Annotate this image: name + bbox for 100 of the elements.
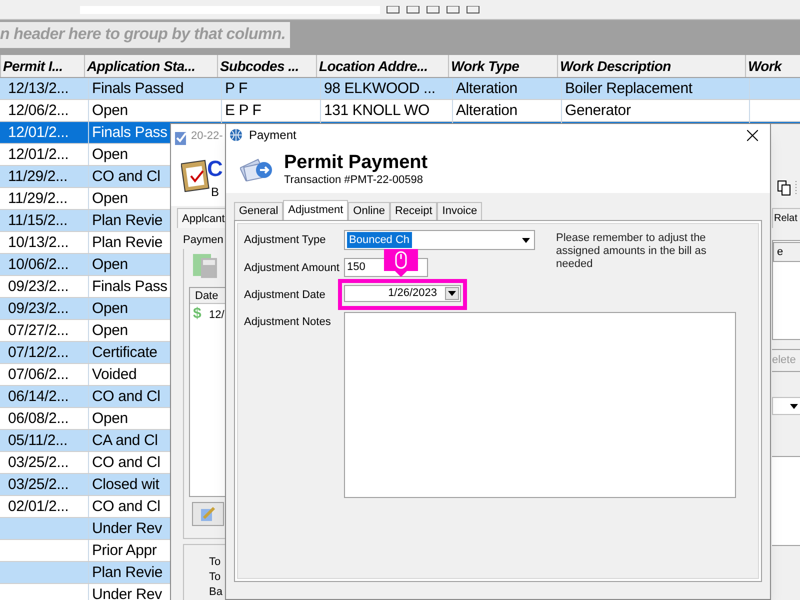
table-cell: 07/06/2... — [8, 366, 69, 383]
column-header[interactable]: Work Type — [449, 55, 558, 77]
tab[interactable]: Invoice — [437, 202, 482, 220]
table-cell: 11/29/2... — [8, 168, 68, 185]
table-cell: Under Rev — [92, 520, 162, 537]
record-heading: C — [207, 158, 223, 180]
table-cell: 09/23/2... — [8, 300, 69, 317]
table-cell-text: 12/ — [209, 308, 224, 323]
table-cell: Finals Pass — [92, 278, 168, 295]
record-subheading: B — [211, 184, 220, 201]
field-label: Adjustment Amount — [244, 261, 340, 276]
date-picker[interactable]: 1/26/2023 — [344, 285, 461, 302]
table-cell: 10/06/2... — [8, 256, 69, 273]
field-label: Adjustment Date — [244, 288, 326, 303]
table-cell: Plan Revie — [92, 234, 163, 251]
dropdown-arrow-icon — [448, 291, 456, 296]
table-cell: 131 KNOLL WO — [324, 102, 430, 119]
tab[interactable]: Online — [348, 202, 390, 220]
table-cell: 98 ELKWOOD ... — [324, 80, 436, 97]
grid-row[interactable]: 12/13/2... Finals Passed P F 98 ELKWOOD ... Alteration Boiler Replacement — [0, 78, 800, 100]
table-cell: 06/14/2... — [8, 388, 69, 405]
grid-row[interactable]: 12/06/2... Open E P F 131 KNOLL WO Alteration Generator — [0, 100, 800, 122]
field-label: Adjustment Type — [244, 233, 327, 248]
column-header[interactable]: Work Description — [558, 55, 746, 77]
column-header[interactable]: Date — [190, 288, 228, 304]
field-label: Adjustment Notes — [244, 314, 332, 330]
column-header[interactable]: Subcodes ... — [218, 55, 317, 77]
table-cell: Finals Pass — [92, 124, 168, 141]
toolbar-icon[interactable] — [446, 6, 460, 14]
column-header[interactable]: Work — [746, 55, 800, 77]
window-title: Payment — [249, 127, 296, 144]
table-cell: Plan Revie — [92, 212, 163, 229]
dropdown[interactable] — [772, 397, 800, 415]
column-header[interactable]: e — [773, 242, 800, 262]
adjustment-note: Please remember to adjust the assigned amounts in the bill as needed — [556, 232, 708, 272]
table-cell: 03/25/2... — [8, 476, 69, 493]
table-cell: Finals Passed — [92, 80, 184, 97]
column-header[interactable]: Location Addre... — [317, 55, 449, 77]
table-cell: 12/13/2... — [8, 80, 69, 97]
table-cell: 05/11/2... — [8, 432, 68, 449]
totals-label: Ba — [209, 585, 222, 600]
table-cell: 07/12/2... — [8, 344, 69, 361]
table-cell: Open — [92, 410, 128, 427]
dollar-icon: $ — [193, 303, 202, 326]
table-cell: 12/06/2... — [8, 102, 69, 119]
table-cell: CO and Cl — [92, 168, 160, 185]
table-cell: Plan Revie — [92, 564, 163, 581]
tab[interactable]: General — [234, 202, 284, 220]
table-cell: Open — [92, 190, 128, 207]
table-cell: CA and Cl — [92, 432, 158, 449]
table-cell: 12/01/2... — [8, 146, 69, 163]
table-cell: Open — [92, 256, 128, 273]
table-cell: Open — [92, 300, 128, 317]
table-cell: Alteration — [456, 80, 518, 97]
table-cell: 11/29/2... — [8, 190, 68, 207]
column-header[interactable]: Application Sta... — [85, 55, 218, 77]
table-cell: E P F — [225, 102, 262, 119]
table-cell: CO and Cl — [92, 454, 160, 471]
column-header[interactable]: Permit I... — [1, 55, 85, 77]
table-cell: Open — [92, 102, 128, 119]
clipboard-icon — [174, 130, 188, 146]
table-cell: CO and Cl — [92, 498, 160, 515]
table-cell: 07/27/2... — [8, 322, 69, 339]
tab[interactable]: Relat — [772, 208, 800, 228]
tab[interactable]: Adjustment — [283, 200, 348, 220]
group-by-panel: n header here to group by that column. — [0, 22, 290, 48]
table-cell: 11/15/2... — [8, 212, 68, 229]
table-cell: Under Rev — [92, 586, 162, 600]
globe-icon — [229, 128, 243, 142]
table-cell: 12/01/2... — [8, 124, 69, 141]
pencil-icon — [200, 506, 216, 522]
dialog-heading: Permit Payment — [284, 152, 428, 174]
transaction-number: Transaction #PMT-22-00598 — [284, 174, 424, 187]
toolbar-icon[interactable] — [406, 6, 420, 14]
table-cell: Closed wit — [92, 476, 160, 493]
table-cell: CO and Cl — [92, 388, 160, 405]
table-cell: Alteration — [456, 102, 518, 119]
table-cell: 10/13/2... — [8, 234, 69, 251]
document-icon — [777, 180, 791, 196]
table-cell: Voided — [92, 366, 137, 383]
dropdown-arrow-icon — [790, 404, 798, 408]
toolbar-icon[interactable] — [466, 6, 480, 14]
table-cell: Boiler Replacement — [565, 80, 692, 97]
tab[interactable]: Receipt — [390, 202, 438, 220]
totals-label: To — [209, 555, 221, 570]
totals-label: To — [209, 570, 221, 585]
notes-field[interactable] — [344, 312, 736, 498]
window-title: 20-22- — [191, 129, 223, 144]
close-icon[interactable] — [747, 130, 758, 140]
table-cell: 06/08/2... — [8, 410, 69, 427]
type-select[interactable]: Bounced Ch — [344, 230, 535, 250]
toolbar-icon[interactable] — [386, 6, 400, 14]
table-cell: 09/23/2... — [8, 278, 69, 295]
table-cell: 02/01/2... — [8, 498, 69, 515]
toolbar-icon[interactable] — [426, 6, 440, 14]
dropdown-arrow-icon — [522, 238, 530, 242]
table-cell: 03/25/2... — [8, 454, 69, 471]
table-cell: Prior Appr — [92, 542, 157, 559]
table-cell: Generator — [565, 102, 631, 119]
table-cell: Certificate — [92, 344, 158, 361]
